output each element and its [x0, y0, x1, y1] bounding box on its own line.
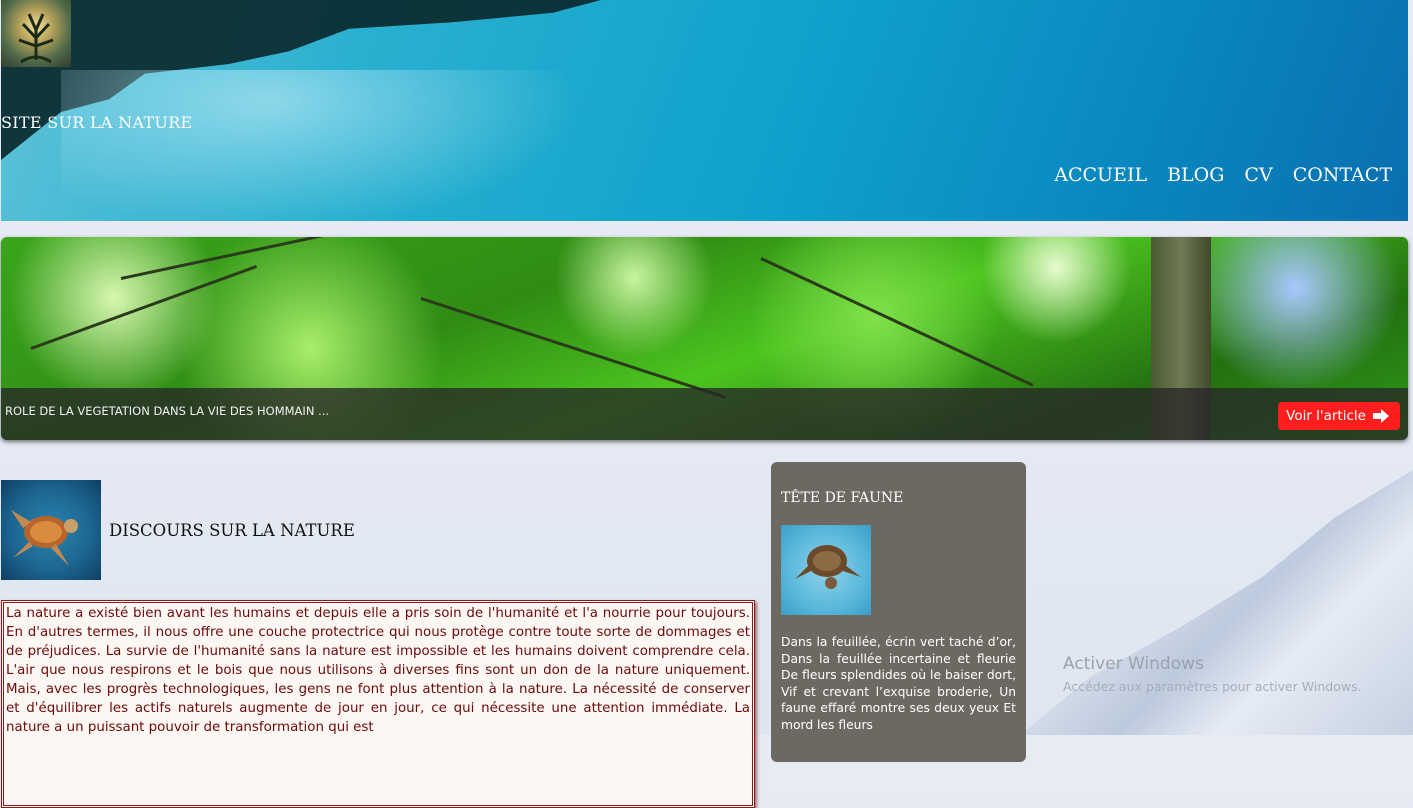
site-header: SITE SUR LA NATURE ACCUEIL BLOG CV CONTA…: [1, 0, 1408, 221]
hero-branch: [420, 297, 726, 399]
nav-accueil[interactable]: ACCUEIL: [1054, 164, 1147, 186]
main-nav: ACCUEIL BLOG CV CONTACT: [1054, 164, 1392, 186]
windows-activation-title: Activer Windows: [1063, 654, 1204, 674]
nav-cv[interactable]: CV: [1244, 164, 1272, 186]
read-article-label: Voir l'article: [1286, 408, 1366, 424]
turtle-thumbnail: [781, 525, 871, 615]
site-logo[interactable]: [1, 0, 71, 67]
hero-branch: [760, 257, 1034, 387]
hero-caption-bar: ROLE DE LA VEGETATION DANS LA VIE DES HO…: [1, 388, 1408, 440]
sidebar-title: TÊTE DE FAUNE: [781, 490, 904, 506]
tree-icon: [18, 13, 54, 64]
nav-contact[interactable]: CONTACT: [1293, 164, 1392, 186]
nav-blog[interactable]: BLOG: [1167, 164, 1224, 186]
article-title: DISCOURS SUR LA NATURE: [109, 520, 355, 540]
article-body: La nature a existé bien avant les humain…: [1, 600, 755, 808]
background-mountain: [1020, 470, 1413, 735]
article-header: DISCOURS SUR LA NATURE: [1, 480, 355, 580]
hero-caption: ROLE DE LA VEGETATION DANS LA VIE DES HO…: [5, 404, 330, 418]
sidebar-card: TÊTE DE FAUNE Dans la feuillée, écrin ve…: [771, 462, 1026, 762]
hero-slider: ROLE DE LA VEGETATION DANS LA VIE DES HO…: [1, 237, 1408, 440]
read-article-button[interactable]: Voir l'article: [1278, 402, 1400, 430]
windows-activation-subtitle: Accédez aux paramètres pour activer Wind…: [1063, 679, 1362, 694]
sea-turtle-image: [1, 480, 101, 580]
header-light: [61, 70, 581, 221]
site-title: SITE SUR LA NATURE: [1, 113, 193, 132]
arrow-right-icon: [1373, 409, 1389, 423]
sidebar-poem: Dans la feuillée, écrin vert taché d’or,…: [781, 635, 1016, 732]
hero-branch: [30, 265, 258, 350]
hero-branch: [120, 237, 376, 280]
